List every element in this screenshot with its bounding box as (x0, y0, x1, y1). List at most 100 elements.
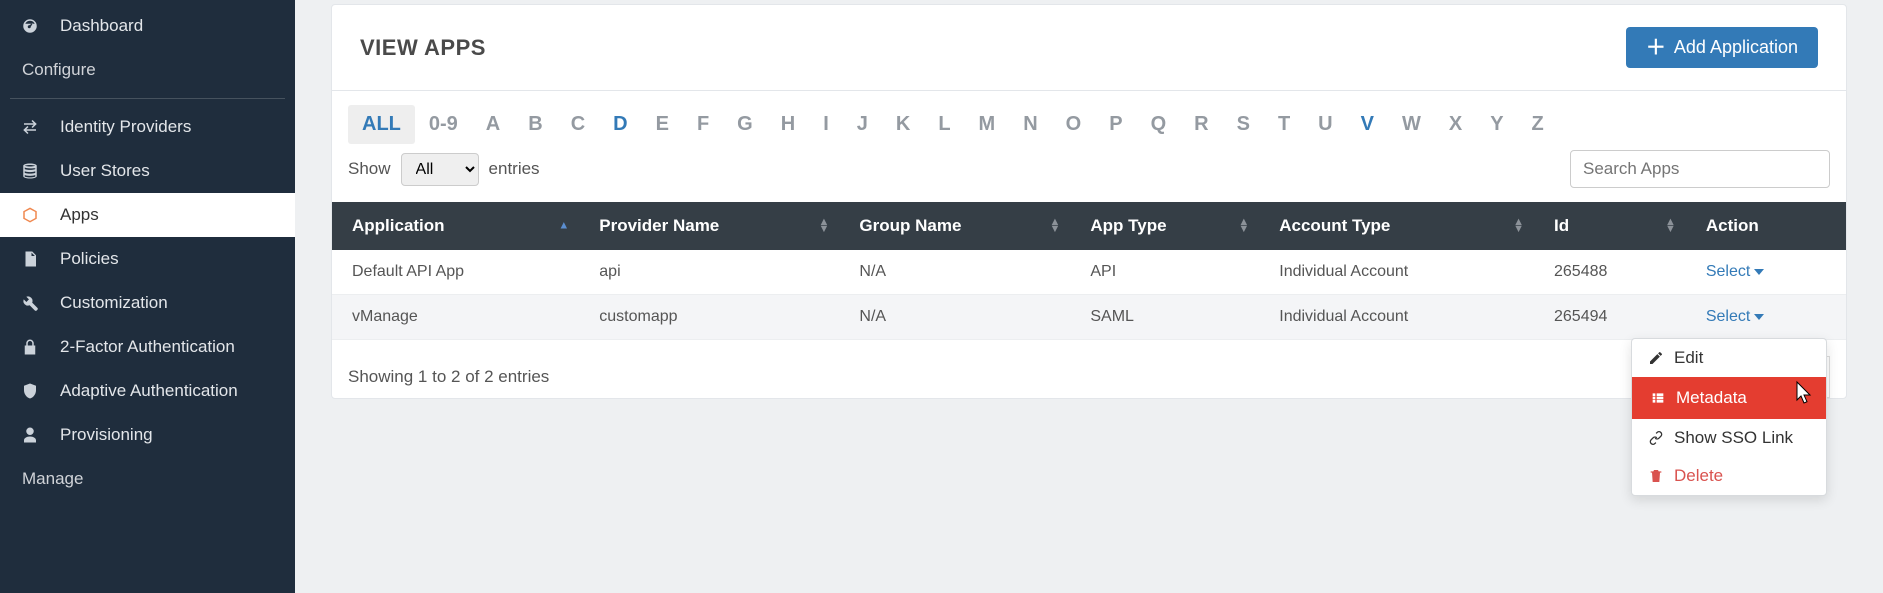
alpha-filter-t[interactable]: T (1264, 105, 1304, 144)
cell-account: Individual Account (1259, 250, 1534, 295)
sort-icon: ▲▼ (1513, 219, 1524, 233)
alpha-filter-m[interactable]: M (965, 105, 1010, 144)
sidebar-item-label: Identity Providers (60, 117, 191, 137)
pencil-icon (1648, 349, 1664, 367)
cell-application: Default API App (332, 250, 579, 295)
alpha-filter-c[interactable]: C (557, 105, 599, 144)
col-application[interactable]: Application▲ (332, 202, 579, 250)
sidebar-item-2fa[interactable]: 2-Factor Authentication (0, 325, 295, 369)
sidebar-item-apps[interactable]: Apps (0, 193, 295, 237)
sidebar-item-label: Dashboard (60, 16, 143, 36)
sidebar-item-provisioning[interactable]: Provisioning (0, 413, 295, 457)
apps-panel: VIEW APPS ＋ Add Application ALL 0-9 A B … (331, 4, 1847, 399)
sidebar-item-label: Provisioning (60, 425, 153, 445)
col-apptype[interactable]: App Type▲▼ (1070, 202, 1259, 250)
sidebar-section-manage: Manage (0, 457, 295, 491)
alpha-filter-x[interactable]: X (1435, 105, 1476, 144)
col-group[interactable]: Group Name▲▼ (839, 202, 1070, 250)
cell-provider: customapp (579, 295, 839, 340)
dropdown-edit[interactable]: Edit (1632, 339, 1826, 377)
alpha-filter-n[interactable]: N (1009, 105, 1051, 144)
main-content: VIEW APPS ＋ Add Application ALL 0-9 A B … (295, 0, 1883, 593)
sidebar-item-dashboard[interactable]: Dashboard (0, 4, 295, 48)
alpha-filter-row: ALL 0-9 A B C D E F G H I J K L M N O P … (332, 91, 1846, 150)
sidebar-item-identity-providers[interactable]: Identity Providers (0, 105, 295, 149)
cell-action: Select (1686, 250, 1846, 295)
sort-icon: ▲▼ (1049, 219, 1060, 233)
alpha-filter-z[interactable]: Z (1518, 105, 1558, 144)
divider (10, 98, 285, 99)
select-action-dropdown[interactable]: Select (1706, 263, 1764, 281)
sort-icon: ▲▼ (819, 219, 830, 233)
alpha-filter-b[interactable]: B (514, 105, 556, 144)
shield-icon (18, 382, 42, 400)
sort-icon: ▲ (558, 223, 569, 230)
dropdown-show-sso[interactable]: Show SSO Link (1632, 419, 1826, 457)
doc-icon (18, 250, 42, 268)
alpha-filter-a[interactable]: A (472, 105, 514, 144)
alpha-filter-l[interactable]: L (924, 105, 964, 144)
apps-table: Application▲ Provider Name▲▼ Group Name▲… (332, 202, 1846, 340)
alpha-filter-j[interactable]: J (843, 105, 882, 144)
search-input[interactable] (1570, 150, 1830, 188)
select-action-dropdown[interactable]: Select (1706, 308, 1764, 326)
sidebar-item-label: Policies (60, 249, 119, 269)
alpha-filter-s[interactable]: S (1223, 105, 1264, 144)
sidebar-item-label: User Stores (60, 161, 150, 181)
sort-icon: ▲▼ (1665, 219, 1676, 233)
sidebar-item-label: 2-Factor Authentication (60, 337, 235, 357)
cell-application: vManage (332, 295, 579, 340)
add-application-button[interactable]: ＋ Add Application (1626, 27, 1818, 68)
alpha-filter-y[interactable]: Y (1476, 105, 1517, 144)
sidebar-item-label: Customization (60, 293, 168, 313)
user-icon (18, 426, 42, 444)
wrench-icon (18, 294, 42, 312)
alpha-filter-h[interactable]: H (767, 105, 809, 144)
col-provider[interactable]: Provider Name▲▼ (579, 202, 839, 250)
lock-icon (18, 338, 42, 356)
dropdown-delete[interactable]: Delete (1632, 457, 1826, 495)
sidebar-item-policies[interactable]: Policies (0, 237, 295, 281)
alpha-filter-all[interactable]: ALL (348, 105, 415, 144)
caret-down-icon (1754, 269, 1764, 275)
alpha-filter-f[interactable]: F (683, 105, 723, 144)
alpha-filter-w[interactable]: W (1388, 105, 1435, 144)
alpha-filter-i[interactable]: I (809, 105, 843, 144)
sidebar-item-customization[interactable]: Customization (0, 281, 295, 325)
alpha-filter-k[interactable]: K (882, 105, 924, 144)
sidebar-item-user-stores[interactable]: User Stores (0, 149, 295, 193)
add-button-label: Add Application (1674, 37, 1798, 58)
link-icon (1648, 429, 1664, 447)
cube-icon (18, 206, 42, 224)
alpha-filter-e[interactable]: E (642, 105, 683, 144)
show-label-pre: Show (348, 159, 391, 179)
entries-selector: Show All entries (348, 153, 540, 186)
alpha-filter-r[interactable]: R (1180, 105, 1222, 144)
alpha-filter-q[interactable]: Q (1137, 105, 1181, 144)
panel-header: VIEW APPS ＋ Add Application (332, 5, 1846, 91)
table-footer: Showing 1 to 2 of 2 entries First Previo (332, 340, 1846, 398)
col-account[interactable]: Account Type▲▼ (1259, 202, 1534, 250)
alpha-filter-u[interactable]: U (1304, 105, 1346, 144)
alpha-filter-d[interactable]: D (599, 105, 641, 144)
alpha-filter-v[interactable]: V (1347, 105, 1388, 144)
swap-icon (18, 118, 42, 136)
action-dropdown-menu: Edit Metadata Show SSO Link Delete (1631, 338, 1827, 496)
alpha-filter-o[interactable]: O (1052, 105, 1096, 144)
table-header-row: Application▲ Provider Name▲▼ Group Name▲… (332, 202, 1846, 250)
list-icon (1650, 389, 1666, 407)
table-row: Default API App api N/A API Individual A… (332, 250, 1846, 295)
col-id[interactable]: Id▲▼ (1534, 202, 1686, 250)
sidebar-item-label: Adaptive Authentication (60, 381, 238, 401)
trash-icon (1648, 467, 1664, 485)
sidebar-item-adaptive-auth[interactable]: Adaptive Authentication (0, 369, 295, 413)
dropdown-metadata[interactable]: Metadata (1632, 377, 1826, 419)
entries-select[interactable]: All (401, 153, 479, 186)
sidebar-item-label: Apps (60, 205, 99, 225)
database-icon (18, 162, 42, 180)
alpha-filter-0-9[interactable]: 0-9 (415, 105, 472, 144)
alpha-filter-p[interactable]: P (1095, 105, 1136, 144)
alpha-filter-g[interactable]: G (723, 105, 767, 144)
sidebar-section-configure: Configure (0, 48, 295, 92)
showing-text: Showing 1 to 2 of 2 entries (348, 367, 549, 387)
